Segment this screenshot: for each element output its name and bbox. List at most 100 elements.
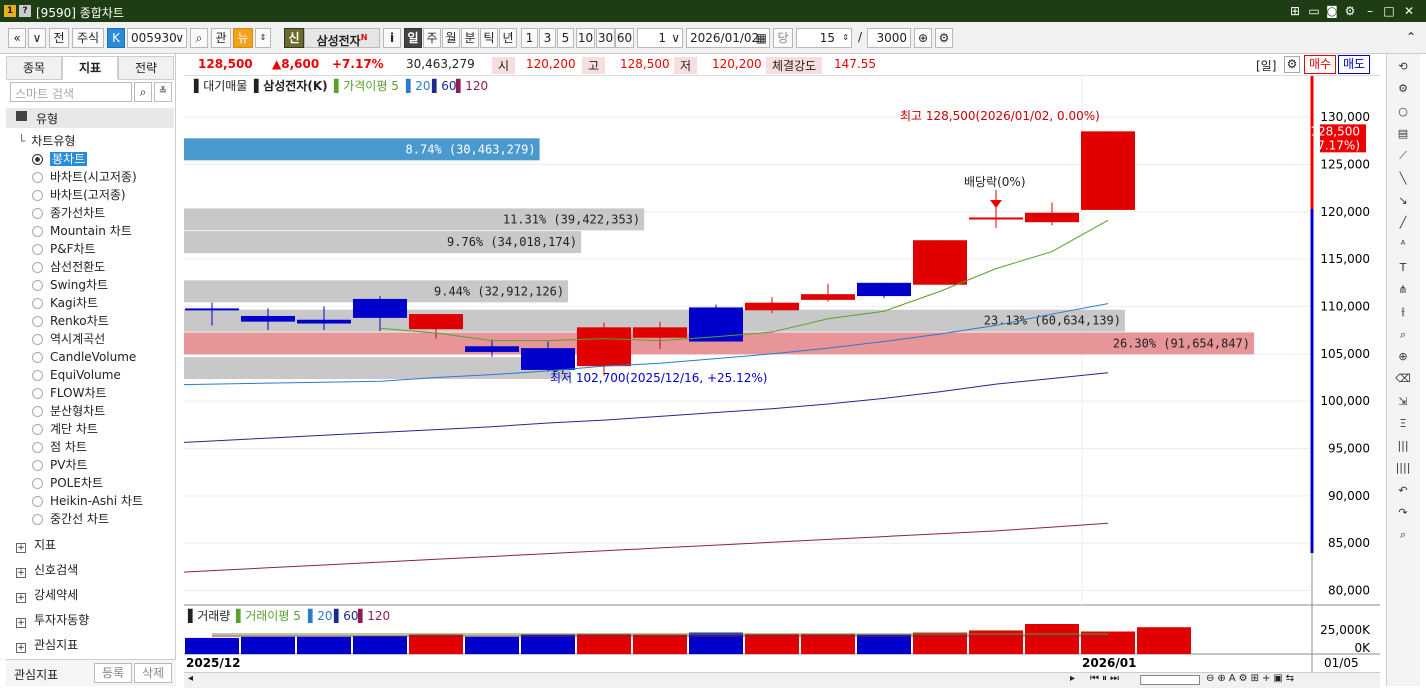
radio-icon[interactable] — [32, 262, 43, 273]
radio-icon[interactable] — [32, 316, 43, 327]
magnifier-icon[interactable]: ⌕ — [1394, 526, 1412, 544]
chart-type-item[interactable]: 종가선차트 — [32, 204, 105, 222]
radio-icon[interactable] — [32, 298, 43, 309]
window-icon[interactable]: ▭ — [1306, 3, 1322, 19]
k-badge[interactable]: K — [107, 28, 125, 48]
trend-line-icon[interactable]: ⟋ — [1394, 147, 1412, 165]
expand-plus-icon[interactable]: + — [16, 618, 26, 628]
interval-60-button[interactable]: 60 — [615, 28, 634, 48]
chart-type-item[interactable]: POLE차트 — [32, 474, 103, 492]
scroll-left-icon[interactable]: ◂ — [188, 673, 193, 684]
chart-type-item[interactable]: 봉차트 — [32, 150, 88, 168]
grid-icon[interactable]: ||| — [1394, 437, 1412, 455]
nav-forward-button[interactable]: ∨ — [28, 28, 46, 48]
fib-icon[interactable]: Ξ — [1394, 415, 1412, 433]
jeon-button[interactable]: 전 — [49, 28, 69, 48]
chart-icon[interactable]: ▤ — [1394, 125, 1412, 143]
pin-icon[interactable]: ⊞ — [1287, 3, 1303, 19]
fan-icon[interactable]: ⋔ — [1394, 281, 1412, 299]
interval-input[interactable]: 1 ∨ — [637, 28, 683, 48]
code-input[interactable]: 005930 ∨ — [127, 28, 187, 48]
radio-icon[interactable] — [32, 478, 43, 489]
chart-type-item[interactable]: P&F차트 — [32, 240, 96, 258]
scroll-right-icon[interactable]: ▸ — [1070, 673, 1075, 684]
dang-button[interactable]: 당 — [773, 28, 793, 48]
radio-icon[interactable] — [32, 154, 43, 165]
interval-30-button[interactable]: 30 — [596, 28, 615, 48]
section-4[interactable]: + 관심지표 — [16, 636, 78, 654]
ray-icon[interactable]: ↘ — [1394, 192, 1412, 210]
radio-icon[interactable] — [32, 406, 43, 417]
undo-icon[interactable]: ↶ — [1394, 482, 1412, 500]
settings-icon[interactable]: ⚙ — [935, 28, 953, 48]
radio-icon[interactable] — [32, 370, 43, 381]
refresh-icon[interactable]: ⟲ — [1394, 58, 1412, 76]
maximize-icon[interactable]: □ — [1381, 3, 1397, 19]
chart-type-item[interactable]: 계단 차트 — [32, 420, 98, 438]
nav-back-button[interactable]: « — [8, 28, 26, 48]
register-button[interactable]: 등록 — [94, 663, 132, 683]
section-0[interactable]: + 지표 — [16, 536, 56, 554]
gear-icon[interactable]: ⚙ — [1342, 3, 1358, 19]
period-2-button[interactable]: 월 — [442, 28, 460, 48]
radio-icon[interactable] — [32, 208, 43, 219]
chart-type-item[interactable]: Kagi차트 — [32, 294, 98, 312]
bars-icon[interactable]: ⫲ — [1394, 303, 1412, 321]
section-3[interactable]: + 투자자동향 — [16, 611, 89, 629]
help-icon[interactable]: ? — [19, 5, 31, 17]
zoom-in-icon[interactable]: ⊕ — [914, 28, 932, 48]
tab-strategy[interactable]: 전략 — [118, 56, 174, 80]
scroll-bar[interactable]: ◂ ▸ ⏮⏸⏭ ⊖⊕A⚙⊞+▣⇆ — [184, 672, 1380, 688]
info-button[interactable]: i — [383, 28, 401, 48]
news-button[interactable]: 뉴 — [233, 28, 253, 48]
chart-type-item[interactable]: FLOW차트 — [32, 384, 107, 402]
zoom-tools-icon[interactable]: ⊖⊕A⚙⊞+▣⇆ — [1206, 673, 1297, 684]
radio-icon[interactable] — [32, 334, 43, 345]
playback-icon[interactable]: ⏮⏸⏭ — [1090, 673, 1122, 684]
period-5-button[interactable]: 년 — [499, 28, 517, 48]
chart-type-item[interactable]: 점 차트 — [32, 438, 87, 456]
radio-icon[interactable] — [32, 460, 43, 471]
chart-type-item[interactable]: CandleVolume — [32, 348, 136, 366]
expand-plus-icon[interactable]: + — [16, 593, 26, 603]
date-input[interactable]: 2026/01/02 ▦ — [686, 28, 770, 48]
gear-icon[interactable]: ⚙ — [1394, 80, 1412, 98]
search-icon[interactable]: ⌕ — [134, 82, 152, 102]
text-icon[interactable]: T — [1394, 259, 1412, 277]
expand-plus-icon[interactable]: + — [16, 543, 26, 553]
grid-lines-icon[interactable]: |||| — [1394, 459, 1412, 477]
period-3-button[interactable]: 분 — [461, 28, 479, 48]
diagonal-icon[interactable]: ╱ — [1394, 214, 1412, 232]
radio-icon[interactable] — [32, 352, 43, 363]
radio-icon[interactable] — [32, 496, 43, 507]
search-icon[interactable]: ⌕ — [190, 28, 208, 48]
close-icon[interactable]: ✕ — [1401, 3, 1417, 19]
tab-stock[interactable]: 종목 — [6, 56, 62, 80]
chart-type-item[interactable]: 바차트(시고저종) — [32, 168, 137, 186]
interval-1-button[interactable]: 1 — [521, 28, 538, 48]
total-input[interactable]: 3000 — [867, 28, 911, 48]
chart-type-item[interactable]: 중간선 차트 — [32, 510, 109, 528]
chart-type-item[interactable]: PV차트 — [32, 456, 88, 474]
period-tag[interactable]: [일] — [1256, 57, 1276, 74]
camera-icon[interactable]: ◙ — [1324, 3, 1340, 19]
radio-icon[interactable] — [32, 388, 43, 399]
expand-plus-icon[interactable]: + — [16, 568, 26, 578]
market-select[interactable]: 주식 — [72, 28, 104, 48]
eraser-icon[interactable]: ⌫ — [1394, 370, 1412, 388]
chart-type-item[interactable]: 삼선전환도 — [32, 258, 105, 276]
chart-type-item[interactable]: 분산형차트 — [32, 402, 105, 420]
radio-icon[interactable] — [32, 190, 43, 201]
tab-indicator[interactable]: 지표 — [62, 56, 118, 80]
interval-10-button[interactable]: 10 — [576, 28, 595, 48]
chart-type-item[interactable]: 바차트(고저종) — [32, 186, 126, 204]
redo-icon[interactable]: ↷ — [1394, 504, 1412, 522]
chart-type-item[interactable]: Heikin-Ashi 차트 — [32, 492, 143, 510]
section-1[interactable]: + 신호검색 — [16, 561, 78, 579]
line-icon[interactable]: ╲ — [1394, 170, 1412, 188]
radio-icon[interactable] — [32, 172, 43, 183]
type-section-header[interactable]: 유형 — [6, 108, 174, 128]
radio-icon[interactable] — [32, 226, 43, 237]
expand-plus-icon[interactable]: + — [16, 643, 26, 653]
gear-icon[interactable]: ⚙ — [1284, 56, 1300, 73]
